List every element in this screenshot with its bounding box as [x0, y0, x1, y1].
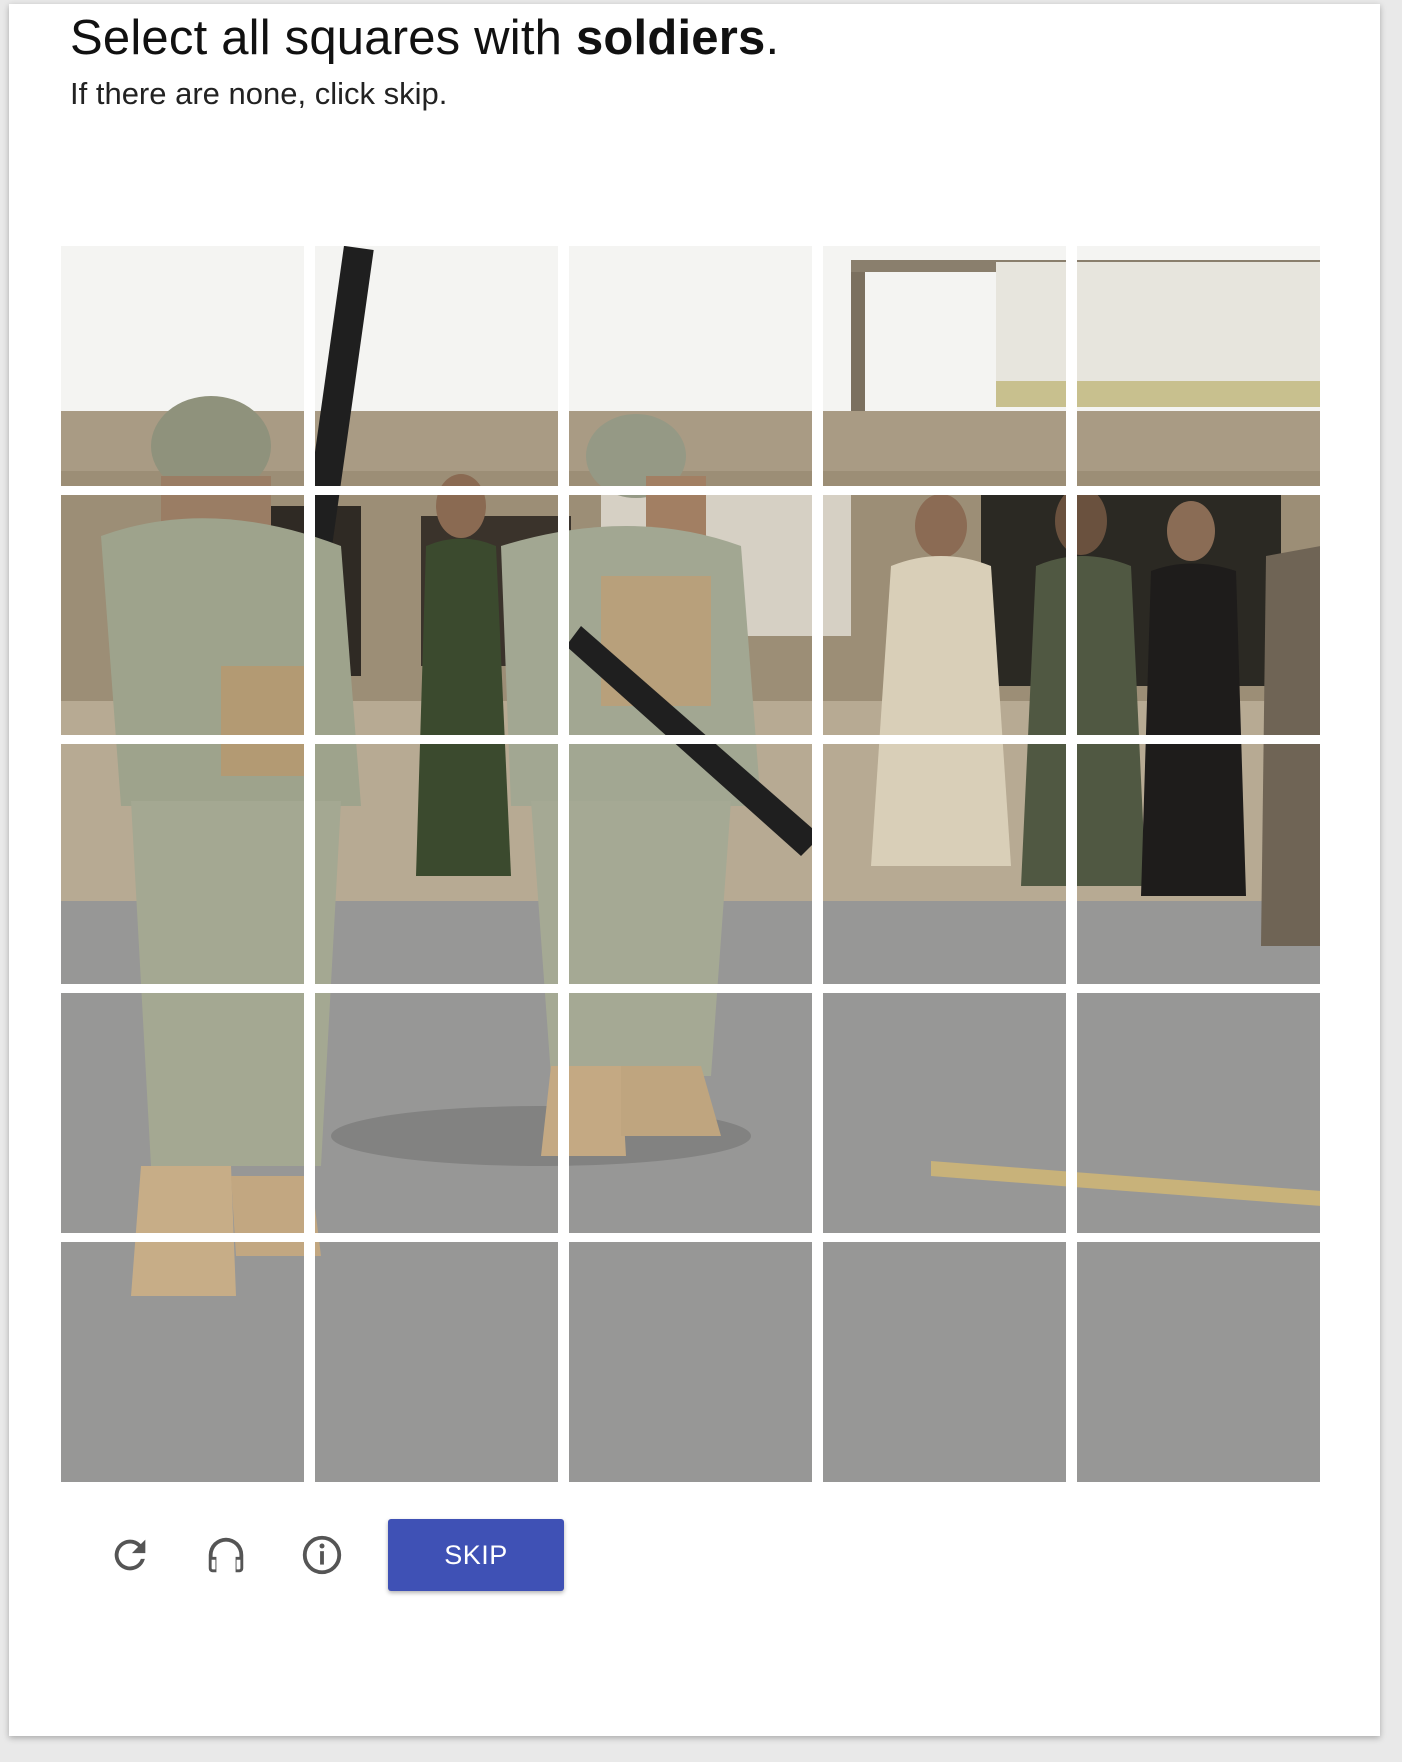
grid-tile[interactable] — [823, 744, 1066, 984]
grid-tile[interactable] — [315, 744, 558, 984]
prompt-target: soldiers — [575, 11, 766, 65]
tile-image — [315, 744, 558, 984]
tile-image — [315, 993, 558, 1233]
tile-image — [61, 993, 304, 1233]
grid-tile[interactable] — [1077, 1242, 1320, 1482]
grid-tile[interactable] — [315, 993, 558, 1233]
grid-tile[interactable] — [569, 744, 812, 984]
tile-image — [1077, 246, 1320, 486]
captcha-controls: SKIP — [100, 1519, 564, 1591]
tile-image — [1077, 1242, 1320, 1482]
tile-image — [569, 495, 812, 735]
grid-tile[interactable] — [569, 495, 812, 735]
grid-tile[interactable] — [569, 246, 812, 486]
challenge-subprompt: If there are none, click skip. — [70, 76, 448, 111]
tile-image — [823, 1242, 1066, 1482]
grid-tile[interactable] — [823, 993, 1066, 1233]
grid-tile[interactable] — [569, 993, 812, 1233]
tile-image — [1077, 993, 1320, 1233]
grid-tile[interactable] — [315, 495, 558, 735]
tile-image — [315, 495, 558, 735]
prompt-suffix: . — [765, 11, 780, 65]
tile-image — [315, 1242, 558, 1482]
grid-tile[interactable] — [823, 1242, 1066, 1482]
skip-button[interactable]: SKIP — [388, 1519, 564, 1591]
grid-tile[interactable] — [61, 246, 304, 486]
tile-image — [823, 495, 1066, 735]
tile-image — [61, 744, 304, 984]
tile-image — [569, 246, 812, 486]
tile-image — [569, 993, 812, 1233]
grid-tile[interactable] — [61, 993, 304, 1233]
headphones-icon[interactable] — [196, 1525, 256, 1585]
grid-tile[interactable] — [1077, 495, 1320, 735]
grid-tile[interactable] — [1077, 993, 1320, 1233]
prompt-prefix: Select all squares with — [70, 11, 576, 65]
grid-tile[interactable] — [61, 1242, 304, 1482]
grid-tile[interactable] — [61, 495, 304, 735]
grid-tile[interactable] — [823, 495, 1066, 735]
tile-image — [1077, 495, 1320, 735]
tile-image — [61, 246, 304, 486]
refresh-icon[interactable] — [100, 1525, 160, 1585]
grid-tile[interactable] — [823, 246, 1066, 486]
tile-image — [61, 1242, 304, 1482]
grid-tile[interactable] — [569, 1242, 812, 1482]
grid-tile[interactable] — [315, 1242, 558, 1482]
tile-image — [823, 744, 1066, 984]
tile-image — [569, 1242, 812, 1482]
grid-tile[interactable] — [1077, 246, 1320, 486]
tile-image — [823, 246, 1066, 486]
challenge-prompt: Select all squares with soldiers. — [70, 10, 779, 66]
tile-image — [569, 744, 812, 984]
grid-tile[interactable] — [1077, 744, 1320, 984]
info-icon[interactable] — [292, 1525, 352, 1585]
tile-image — [823, 993, 1066, 1233]
tile-image — [1077, 744, 1320, 984]
grid-tile[interactable] — [61, 744, 304, 984]
image-grid — [61, 246, 1321, 1483]
tile-image — [61, 495, 304, 735]
grid-tile[interactable] — [315, 246, 558, 486]
tile-image — [315, 246, 558, 486]
